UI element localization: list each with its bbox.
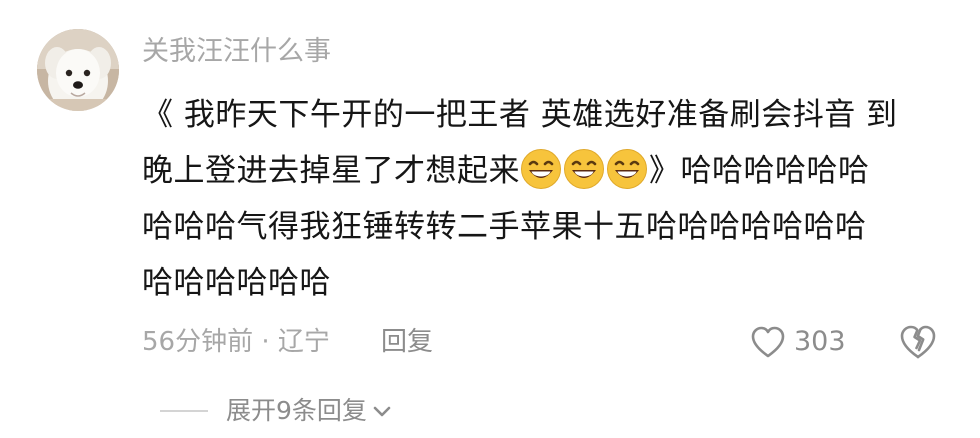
comment-time-location: 56分钟前 · 辽宁 — [142, 327, 330, 357]
comment-line: 哈哈哈哈哈哈 — [142, 265, 331, 301]
expand-replies-button[interactable]: 展开9条回复 — [160, 391, 393, 431]
username[interactable]: 关我汪汪什么事 — [142, 34, 331, 70]
heart-icon — [751, 326, 785, 358]
comment-text: 《 我昨天下午开的一把王者 英雄选好准备刷会抖音 到 晚上登进去掉星了才想起来 》… — [142, 87, 942, 311]
comment-line: 《 我昨天下午开的一把王者 英雄选好准备刷会抖音 到 — [142, 97, 898, 133]
grinning-face-icon — [564, 149, 604, 189]
comment-line: 晚上登进去掉星了才想起来 》哈哈哈哈哈哈 — [142, 143, 942, 199]
avatar[interactable] — [37, 29, 119, 111]
grinning-face-icon — [607, 149, 647, 189]
like-count: 303 — [794, 326, 846, 357]
expand-divider — [160, 410, 208, 412]
comment-line-text: 晚上登进去掉星了才想起来 — [142, 153, 520, 189]
expand-replies-label: 展开9条回复 — [226, 396, 367, 425]
comment-line-text: 》哈哈哈哈哈哈 — [649, 153, 870, 189]
broken-heart-icon[interactable] — [899, 324, 937, 360]
chevron-down-icon — [373, 406, 391, 417]
like-button[interactable]: 303 — [750, 322, 846, 362]
grinning-face-icon — [521, 149, 561, 189]
reply-button[interactable]: 回复 — [381, 322, 433, 362]
comment-line: 哈哈哈气得我狂锤转转二手苹果十五哈哈哈哈哈哈哈 — [142, 209, 867, 245]
